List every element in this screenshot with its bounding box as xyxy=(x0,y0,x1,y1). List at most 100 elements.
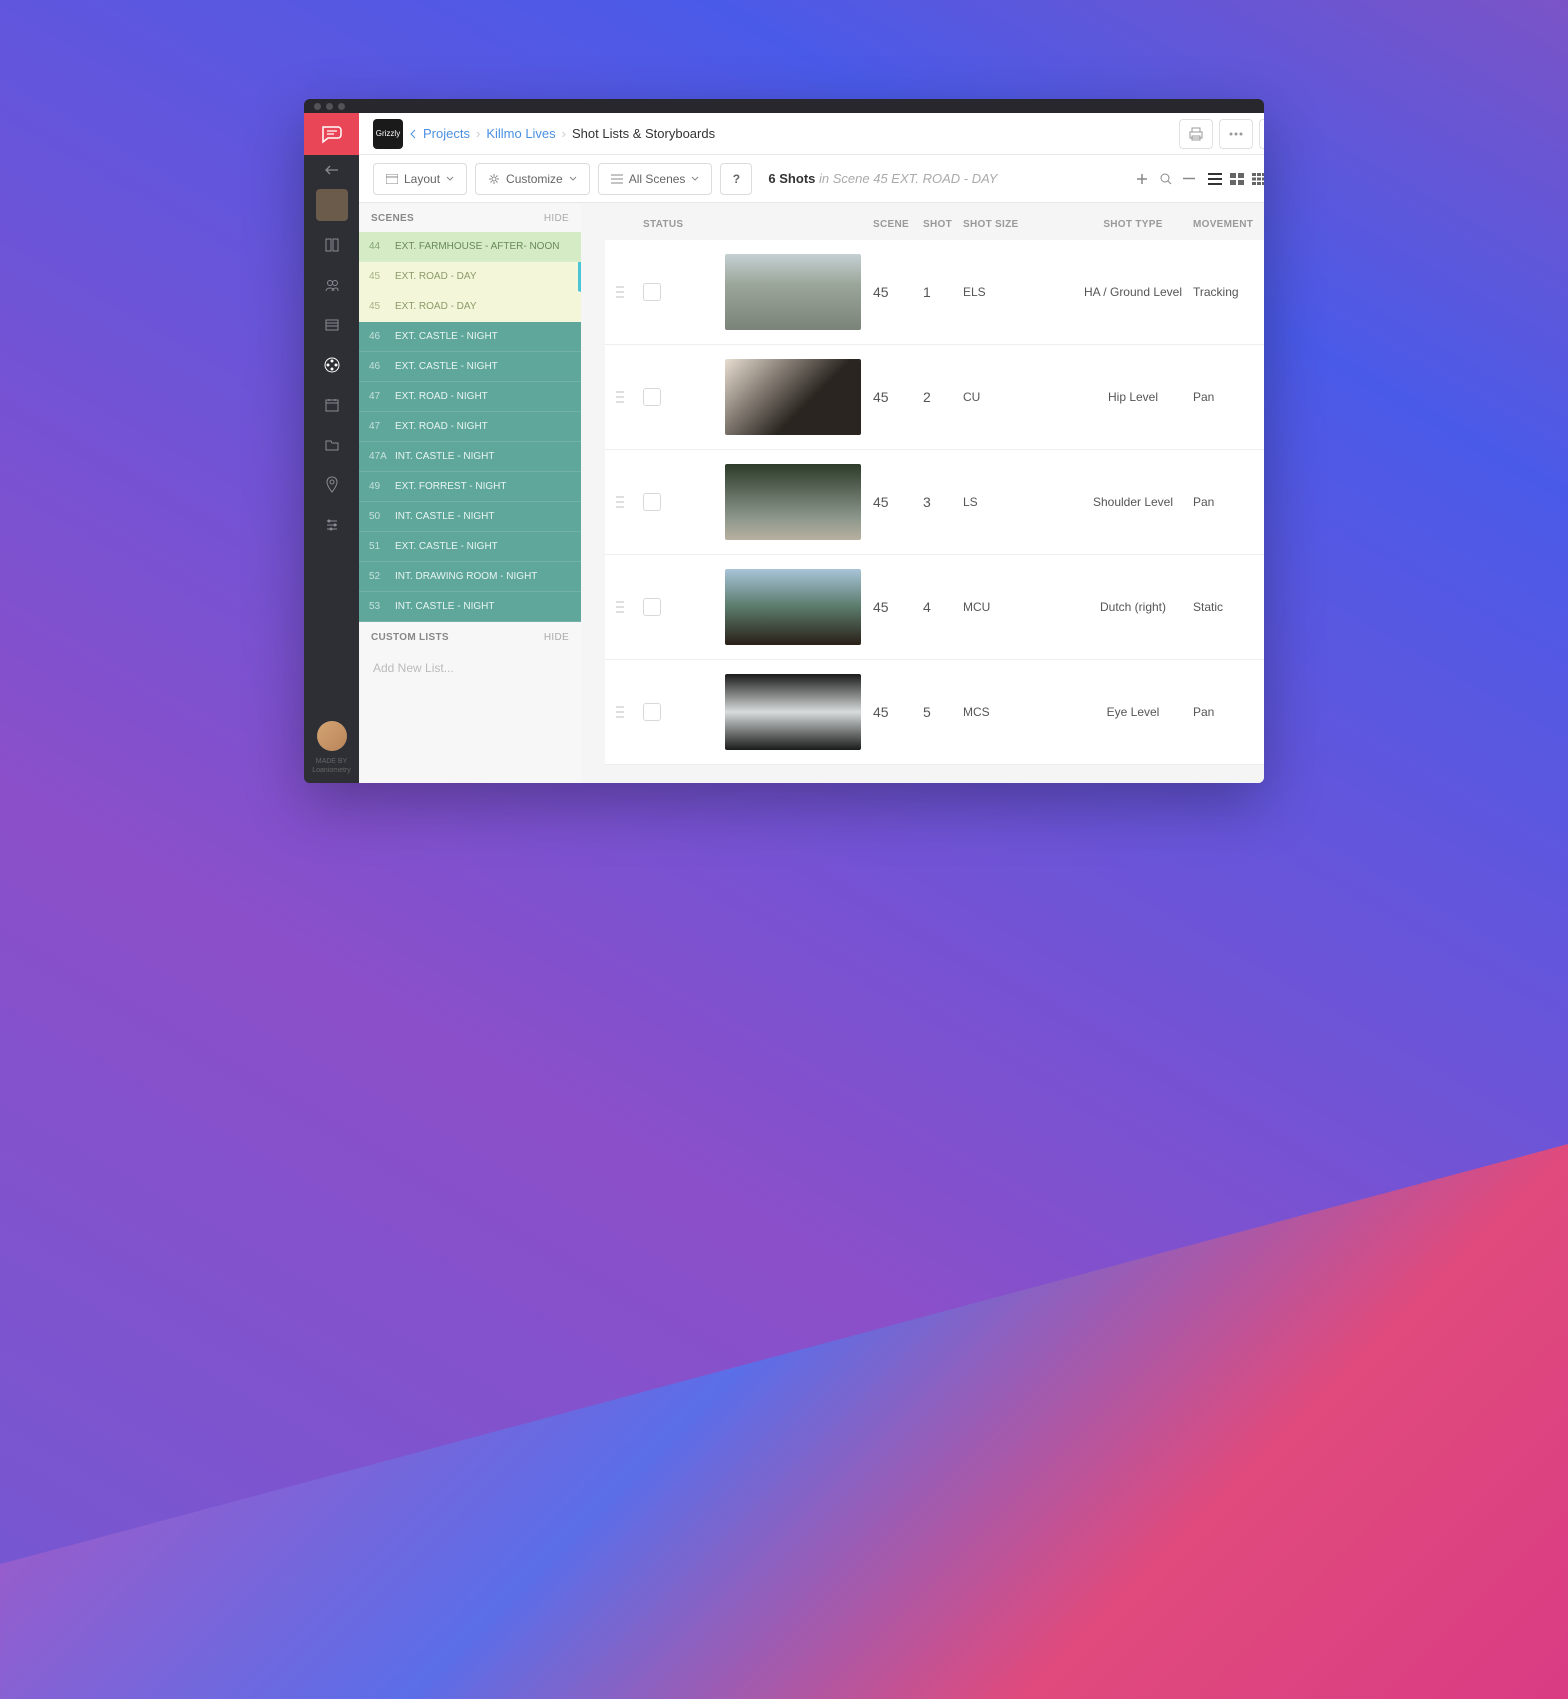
drag-handle-icon[interactable] xyxy=(605,495,635,509)
view-grid2-button[interactable] xyxy=(1227,169,1247,189)
scene-row[interactable]: 46EXT. CASTLE - NIGHT xyxy=(359,322,581,352)
view-list-button[interactable] xyxy=(1205,169,1225,189)
drag-handle-icon[interactable] xyxy=(605,705,635,719)
chevron-left-icon xyxy=(409,129,417,139)
shot-thumbnail[interactable] xyxy=(725,254,861,330)
reel-icon[interactable] xyxy=(304,345,359,385)
shot-row[interactable]: 45 1 ELS HA / Ground Level Tracking xyxy=(605,240,1264,345)
shot-size: LS xyxy=(963,495,1073,509)
shots-panel: STATUS SCENE SHOT SHOT SIZE SHOT TYPE MO… xyxy=(581,203,1264,783)
shot-checkbox[interactable] xyxy=(643,493,661,511)
sliders-icon[interactable] xyxy=(304,505,359,545)
scene-name: EXT. ROAD - DAY xyxy=(395,271,568,282)
scene-row[interactable]: 52INT. DRAWING ROOM - NIGHT xyxy=(359,562,581,592)
scenes-heading: SCENES xyxy=(371,213,414,224)
calendar-icon[interactable] xyxy=(304,385,359,425)
scene-number: 52 xyxy=(369,571,395,582)
scene-name: INT. CASTLE - NIGHT xyxy=(395,601,571,612)
lines-icon xyxy=(611,174,623,184)
max-dot[interactable] xyxy=(338,103,345,110)
scene-row[interactable]: 47EXT. ROAD - NIGHT xyxy=(359,382,581,412)
list-view-button[interactable] xyxy=(1259,119,1264,149)
add-list-input[interactable]: Add New List... xyxy=(359,651,581,685)
scene-name: EXT. CASTLE - NIGHT xyxy=(395,361,571,372)
layout-icon xyxy=(386,174,398,184)
scene-number: 46 xyxy=(369,361,395,372)
back-arrow-icon[interactable] xyxy=(304,155,359,185)
shot-checkbox[interactable] xyxy=(643,283,661,301)
app-logo[interactable] xyxy=(304,113,359,155)
help-button[interactable]: ? xyxy=(720,163,752,195)
breadcrumb-project[interactable]: Killmo Lives xyxy=(486,126,555,141)
scene-row[interactable]: 51EXT. CASTLE - NIGHT xyxy=(359,532,581,562)
shot-thumbnail[interactable] xyxy=(725,674,861,750)
shots-header-row: STATUS SCENE SHOT SHOT SIZE SHOT TYPE MO… xyxy=(605,213,1264,240)
scene-name: INT. CASTLE - NIGHT xyxy=(395,511,571,522)
scene-name: EXT. FORREST - NIGHT xyxy=(395,481,571,492)
folder-icon[interactable] xyxy=(304,425,359,465)
shot-number: 1 xyxy=(923,284,963,300)
scene-row[interactable]: 53INT. CASTLE - NIGHT xyxy=(359,592,581,622)
hide-custom-button[interactable]: HIDE xyxy=(544,632,569,643)
col-size: SHOT SIZE xyxy=(963,219,1073,230)
location-icon[interactable] xyxy=(304,465,359,505)
close-dot[interactable] xyxy=(314,103,321,110)
scene-row[interactable]: 45EXT. ROAD - DAY xyxy=(359,262,581,292)
collapse-button[interactable] xyxy=(1183,177,1195,180)
scene-row[interactable]: 45EXT. ROAD - DAY xyxy=(359,292,581,322)
scenes-filter-button[interactable]: All Scenes xyxy=(598,163,713,195)
shot-checkbox[interactable] xyxy=(643,598,661,616)
board-icon[interactable] xyxy=(304,225,359,265)
view-grid3-button[interactable] xyxy=(1249,169,1264,189)
shot-thumbnail[interactable] xyxy=(725,464,861,540)
gear-icon xyxy=(488,173,500,185)
scene-number: 45 xyxy=(369,271,395,282)
chevron-down-icon xyxy=(569,176,577,181)
scene-name: EXT. ROAD - NIGHT xyxy=(395,421,571,432)
shot-size: ELS xyxy=(963,285,1073,299)
scene-row[interactable]: 50INT. CASTLE - NIGHT xyxy=(359,502,581,532)
drag-handle-icon[interactable] xyxy=(605,600,635,614)
shot-checkbox[interactable] xyxy=(643,388,661,406)
scene-number: 46 xyxy=(369,331,395,342)
more-button[interactable] xyxy=(1219,119,1253,149)
scene-row[interactable]: 47EXT. ROAD - NIGHT xyxy=(359,412,581,442)
add-shot-button[interactable] xyxy=(1135,172,1149,186)
drag-handle-icon[interactable] xyxy=(605,285,635,299)
shot-thumbnail[interactable] xyxy=(725,569,861,645)
shot-thumbnail[interactable] xyxy=(725,359,861,435)
shot-scene: 45 xyxy=(873,599,923,615)
breadcrumb-projects[interactable]: Projects xyxy=(423,126,470,141)
shot-row[interactable]: 45 3 LS Shoulder Level Pan xyxy=(605,450,1264,555)
shot-checkbox[interactable] xyxy=(643,703,661,721)
zoom-button[interactable] xyxy=(1159,172,1173,186)
list-icon[interactable] xyxy=(304,305,359,345)
min-dot[interactable] xyxy=(326,103,333,110)
layout-button[interactable]: Layout xyxy=(373,163,467,195)
project-avatar[interactable] xyxy=(316,189,348,221)
shot-row[interactable]: 45 5 MCS Eye Level Pan xyxy=(605,660,1264,765)
shot-row[interactable]: 45 4 MCU Dutch (right) Static xyxy=(605,555,1264,660)
scene-name: EXT. CASTLE - NIGHT xyxy=(395,541,571,552)
chevron-right-icon: › xyxy=(562,126,566,141)
print-button[interactable] xyxy=(1179,119,1213,149)
team-icon[interactable] xyxy=(304,265,359,305)
workspace-badge[interactable]: Grizzly xyxy=(373,119,403,149)
shot-movement: Static xyxy=(1193,600,1264,614)
customize-button[interactable]: Customize xyxy=(475,163,590,195)
shot-scene: 45 xyxy=(873,704,923,720)
col-type: SHOT TYPE xyxy=(1073,219,1193,230)
shot-movement: Pan xyxy=(1193,390,1264,404)
hide-scenes-button[interactable]: HIDE xyxy=(544,213,569,224)
col-status: STATUS xyxy=(635,219,725,230)
scene-row[interactable]: 46EXT. CASTLE - NIGHT xyxy=(359,352,581,382)
scene-row[interactable]: 44EXT. FARMHOUSE - AFTER- NOON xyxy=(359,232,581,262)
user-avatar[interactable] xyxy=(317,721,347,751)
scene-name: INT. DRAWING ROOM - NIGHT xyxy=(395,571,571,582)
shot-size: MCU xyxy=(963,600,1073,614)
scene-row[interactable]: 47AINT. CASTLE - NIGHT xyxy=(359,442,581,472)
shot-row[interactable]: 45 2 CU Hip Level Pan xyxy=(605,345,1264,450)
scene-name: EXT. CASTLE - NIGHT xyxy=(395,331,571,342)
drag-handle-icon[interactable] xyxy=(605,390,635,404)
scene-row[interactable]: 49EXT. FORREST - NIGHT xyxy=(359,472,581,502)
